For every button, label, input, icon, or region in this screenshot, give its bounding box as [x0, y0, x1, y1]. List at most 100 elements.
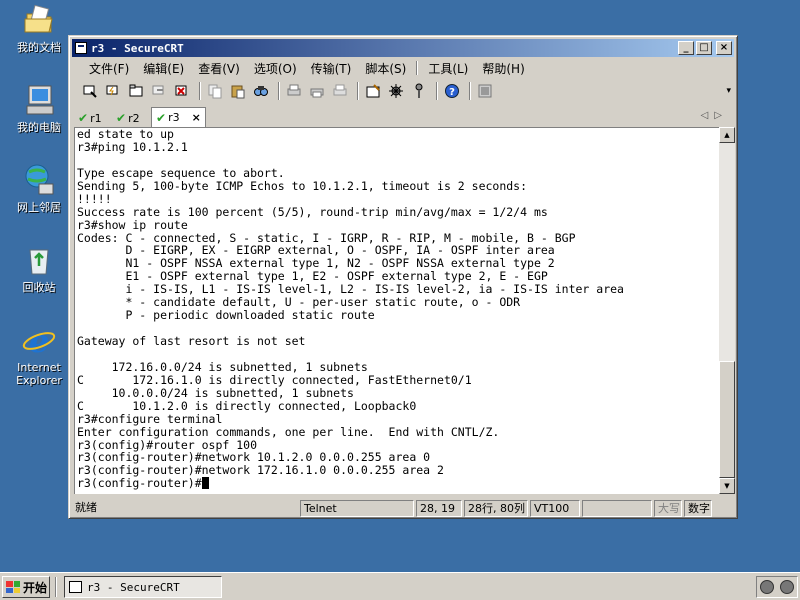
desktop-icon-internet-explorer[interactable]: e Internet Explorer	[4, 322, 74, 387]
folder-documents-icon	[21, 2, 57, 38]
menu-tools[interactable]: 工具(L)	[421, 60, 475, 77]
tab-r1[interactable]: ✔ r1	[74, 109, 106, 127]
terminal-line: Type escape sequence to abort.	[77, 165, 285, 180]
taskbar-separator	[55, 577, 57, 597]
quick-connect-icon[interactable]	[103, 82, 123, 100]
connected-check-icon: ✔	[156, 110, 167, 125]
scroll-up-button[interactable]: ▲	[719, 127, 735, 143]
sftp-icon[interactable]	[475, 82, 495, 100]
menu-separator	[416, 61, 419, 75]
close-button[interactable]: ×	[716, 41, 732, 55]
terminal-line: 172.16.0.0/24 is subnetted, 1 subnets	[77, 359, 368, 374]
keymap-icon[interactable]	[409, 82, 429, 100]
status-emulation: VT100	[530, 499, 580, 517]
desktop-icon-label: Internet Explorer	[16, 361, 62, 387]
window-title: r3 - SecureCRT	[91, 41, 184, 55]
desktop-icon-label: 我的电脑	[17, 121, 61, 134]
toolbar: ?	[72, 80, 734, 102]
status-num-lock: 数字	[684, 499, 712, 517]
close-tab-icon[interactable]: ×	[192, 111, 201, 124]
terminal-line: r3#ping 10.1.2.1	[77, 139, 188, 154]
desktop-icon-label: 回收站	[22, 281, 56, 294]
toolbar-separator	[357, 82, 359, 100]
taskbar-button-label: r3 - SecureCRT	[87, 580, 180, 594]
menu-file[interactable]: 文件(F)	[82, 60, 136, 77]
menu-help[interactable]: 帮助(H)	[475, 60, 531, 77]
tab-scroll-arrows-icon[interactable]: ◁▷	[701, 110, 728, 121]
terminal-line: P - periodic downloaded static route	[77, 308, 375, 323]
connect-icon[interactable]	[80, 82, 100, 100]
tab-label: r2	[128, 111, 140, 125]
start-label: 开始	[23, 580, 48, 595]
tab-label: r1	[90, 111, 102, 125]
toolbar-overflow-icon[interactable]: ▾	[726, 86, 731, 96]
desktop-icon-my-computer[interactable]: 我的电脑	[4, 82, 74, 134]
terminal-scrollbar[interactable]: ▲ ▼	[719, 127, 735, 494]
terminal-line: ed state to up	[77, 127, 174, 141]
system-tray	[756, 576, 798, 598]
taskbar-button-securecrt[interactable]: r3 - SecureCRT	[64, 576, 222, 598]
terminal-line: !!!!!	[77, 191, 112, 206]
start-button[interactable]: 开始	[2, 576, 50, 598]
menu-script[interactable]: 脚本(S)	[358, 60, 413, 77]
disconnect-icon[interactable]	[172, 82, 192, 100]
desktop-icon-label: 我的文档	[17, 41, 61, 54]
desktop-icon-label: 网上邻居	[17, 201, 61, 214]
terminal-line: Enter configuration commands, one per li…	[77, 424, 500, 439]
internet-explorer-icon: e	[21, 322, 57, 360]
menu-edit[interactable]: 编辑(E)	[136, 60, 191, 77]
terminal-output[interactable]: ed state to up r3#ping 10.1.2.1 Type esc…	[74, 127, 719, 494]
status-protocol: Telnet	[300, 499, 414, 517]
terminal-line: 10.0.0.0/24 is subnetted, 1 subnets	[77, 385, 354, 400]
scroll-thumb[interactable]	[719, 361, 735, 478]
connected-check-icon: ✔	[116, 111, 127, 125]
terminal-line: r3#configure terminal	[77, 411, 223, 426]
windows-logo-icon	[6, 581, 20, 593]
maximize-button[interactable]: □	[696, 41, 712, 55]
connect-tab-icon[interactable]	[126, 82, 146, 100]
desktop-icon-network[interactable]: 网上邻居	[4, 162, 74, 214]
copy-icon[interactable]	[205, 82, 225, 100]
connected-check-icon: ✔	[78, 111, 89, 125]
help-icon[interactable]: ?	[442, 82, 462, 100]
status-caps-lock: 大写	[654, 499, 682, 517]
global-options-icon[interactable]	[386, 82, 406, 100]
terminal-line: Gateway of last resort is not set	[77, 334, 306, 348]
tray-volume-icon[interactable]	[780, 580, 794, 594]
toolbar-separator	[199, 82, 201, 100]
reconnect-icon[interactable]	[149, 82, 169, 100]
taskbar: 开始 r3 - SecureCRT	[0, 572, 800, 600]
window-titlebar[interactable]: r3 - SecureCRT _ □ ×	[72, 39, 734, 57]
tab-r3[interactable]: ✔ r3 ×	[151, 107, 206, 127]
desktop-icon-my-documents[interactable]: 我的文档	[4, 2, 74, 54]
toolbar-separator	[436, 82, 438, 100]
securecrt-window: r3 - SecureCRT _ □ × 文件(F) 编辑(E) 查看(V) 选…	[68, 35, 738, 519]
desktop-icon-recycle-bin[interactable]: 回收站	[4, 242, 74, 294]
recycle-bin-icon	[21, 242, 57, 278]
terminal-line: C 10.1.2.0 is directly connected, Loopba…	[77, 398, 417, 413]
session-options-icon[interactable]	[363, 82, 383, 100]
menu-bar: 文件(F) 编辑(E) 查看(V) 选项(O) 传输(T) 脚本(S) 工具(L…	[72, 58, 734, 78]
paste-icon[interactable]	[228, 82, 248, 100]
find-icon[interactable]	[251, 82, 271, 100]
menu-transfer[interactable]: 传输(T)	[304, 60, 359, 77]
minimize-button[interactable]: _	[678, 41, 694, 55]
print-icon[interactable]	[284, 82, 304, 100]
menu-options[interactable]: 选项(O)	[247, 60, 304, 77]
terminal-prompt: r3(config-router)#	[77, 476, 202, 491]
tray-network-icon[interactable]	[760, 580, 774, 594]
terminal-line: r3#show ip route	[77, 217, 188, 232]
print-setup-icon[interactable]	[307, 82, 327, 100]
status-rows-cols: 28行, 80列	[464, 499, 528, 517]
tab-r2[interactable]: ✔ r2	[112, 109, 144, 127]
toolbar-separator	[278, 82, 280, 100]
status-cursor-position: 28, 19	[416, 499, 462, 517]
scroll-down-button[interactable]: ▼	[719, 478, 735, 494]
menu-view[interactable]: 查看(V)	[191, 60, 247, 77]
terminal-prompt-line: r3(config-router)#	[75, 477, 719, 490]
session-tab-bar: ✔ r1 ✔ r2 ✔ r3 × ◁▷	[72, 107, 734, 127]
securecrt-app-icon	[69, 581, 82, 593]
terminal-line: Success rate is 100 percent (5/5), round…	[77, 204, 548, 219]
print-preview-icon[interactable]	[330, 82, 350, 100]
